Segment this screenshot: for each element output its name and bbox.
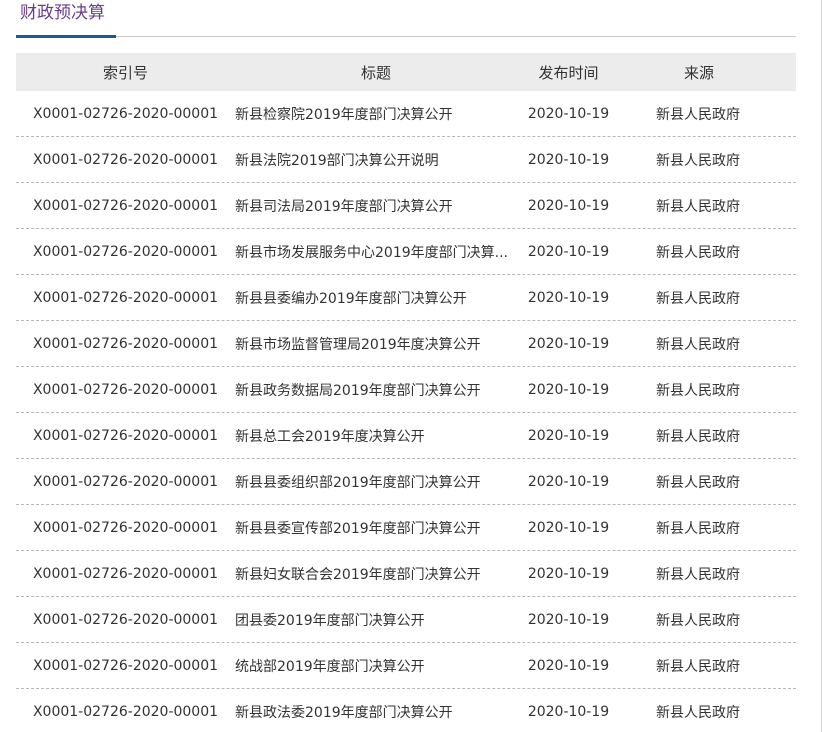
cell-index: X0001-02726-2020-00001 (32, 473, 219, 490)
cell-source: 新县人民政府 (656, 198, 740, 215)
cell-title-link[interactable]: 团县委2019年度部门决算公开 (235, 610, 517, 630)
table-header: 索引号 标题 发布时间 来源 (16, 53, 796, 91)
cell-date: 2020-10-19 (527, 105, 610, 122)
cell-index: X0001-02726-2020-00001 (32, 519, 219, 536)
table-row: X0001-02726-2020-00001 新县市场发展服务中心2019年度部门… (16, 229, 796, 275)
cell-source: 新县人民政府 (656, 106, 740, 123)
table-row: X0001-02726-2020-00001 新县县委宣传部2019年度部门决算公… (16, 505, 796, 551)
cell-source: 新县人民政府 (656, 382, 740, 399)
cell-title-link[interactable]: 新县总工会2019年度决算公开 (235, 426, 517, 446)
cell-date: 2020-10-19 (527, 657, 610, 674)
table-row: X0001-02726-2020-00001 新县总工会2019年度决算公开 202… (16, 413, 796, 459)
section-title: 财政预决算 (20, 3, 105, 23)
cell-title-link[interactable]: 新县司法局2019年度部门决算公开 (235, 196, 517, 216)
cell-index: X0001-02726-2020-00001 (32, 243, 219, 260)
cell-title-link[interactable]: 新县县委组织部2019年度部门决算公开 (235, 472, 517, 492)
cell-date: 2020-10-19 (527, 427, 610, 444)
cell-date: 2020-10-19 (527, 519, 610, 536)
cell-index: X0001-02726-2020-00001 (32, 289, 219, 306)
cell-source: 新县人民政府 (656, 658, 740, 675)
header-index: 索引号 (102, 63, 148, 82)
cell-index: X0001-02726-2020-00001 (32, 427, 219, 444)
cell-title-link[interactable]: 新县县委宣传部2019年度部门决算公开 (235, 518, 517, 538)
cell-index: X0001-02726-2020-00001 (32, 703, 219, 720)
cell-title-link[interactable]: 新县政务数据局2019年度部门决算公开 (235, 380, 517, 400)
cell-date: 2020-10-19 (527, 335, 610, 352)
table-row: X0001-02726-2020-00001 新县政法委2019年度部门决算公开 2… (16, 689, 796, 732)
cell-title-link[interactable]: 新县政法委2019年度部门决算公开 (235, 702, 517, 722)
cell-date: 2020-10-19 (527, 197, 610, 214)
table-body: X0001-02726-2020-00001 新县检察院2019年度部门决算公开 2… (16, 91, 796, 732)
section-header: 财政预决算 (16, 0, 796, 38)
cell-index: X0001-02726-2020-00001 (32, 151, 219, 168)
page: 财政预决算 索引号 标题 发布时间 来源 X0001-02726-2020-00… (0, 0, 822, 732)
cell-index: X0001-02726-2020-00001 (32, 335, 219, 352)
table-row: X0001-02726-2020-00001 团县委2019年度部门决算公开 202… (16, 597, 796, 643)
cell-date: 2020-10-19 (527, 565, 610, 582)
header-source: 来源 (684, 63, 715, 82)
table-row: X0001-02726-2020-00001 新县妇女联合会2019年度部门决算公… (16, 551, 796, 597)
table-row: X0001-02726-2020-00001 新县司法局2019年度部门决算公开 2… (16, 183, 796, 229)
table-row: X0001-02726-2020-00001 新县政务数据局2019年度部门决算公… (16, 367, 796, 413)
header-title: 标题 (360, 63, 391, 82)
table-row: X0001-02726-2020-00001 新县法院2019部门决算公开说明 20… (16, 137, 796, 183)
cell-source: 新县人民政府 (656, 520, 740, 537)
cell-title-link[interactable]: 新县市场监督管理局2019年度决算公开 (235, 334, 517, 354)
document-table: 索引号 标题 发布时间 来源 X0001-02726-2020-00001 新县检… (16, 53, 796, 732)
table-row: X0001-02726-2020-00001 新县市场监督管理局2019年度决算公… (16, 321, 796, 367)
cell-index: X0001-02726-2020-00001 (32, 381, 219, 398)
cell-source: 新县人民政府 (656, 428, 740, 445)
cell-date: 2020-10-19 (527, 703, 610, 720)
cell-title-link[interactable]: 新县法院2019部门决算公开说明 (235, 150, 517, 170)
table-row: X0001-02726-2020-00001 新县检察院2019年度部门决算公开 2… (16, 91, 796, 137)
cell-date: 2020-10-19 (527, 473, 610, 490)
table-row: X0001-02726-2020-00001 统战部2019年度部门决算公开 202… (16, 643, 796, 689)
cell-title-link[interactable]: 新县市场发展服务中心2019年度部门决算... (235, 242, 517, 262)
cell-index: X0001-02726-2020-00001 (32, 105, 219, 122)
cell-source: 新县人民政府 (656, 152, 740, 169)
cell-source: 新县人民政府 (656, 336, 740, 353)
cell-date: 2020-10-19 (527, 611, 610, 628)
cell-source: 新县人民政府 (656, 566, 740, 583)
cell-index: X0001-02726-2020-00001 (32, 565, 219, 582)
header-date: 发布时间 (538, 63, 599, 82)
cell-title-link[interactable]: 新县妇女联合会2019年度部门决算公开 (235, 564, 517, 584)
table-row: X0001-02726-2020-00001 新县县委组织部2019年度部门决算公… (16, 459, 796, 505)
cell-title-link[interactable]: 新县县委编办2019年度部门决算公开 (235, 288, 517, 308)
cell-source: 新县人民政府 (656, 474, 740, 491)
cell-date: 2020-10-19 (527, 381, 610, 398)
cell-source: 新县人民政府 (656, 612, 740, 629)
title-underline (16, 35, 116, 38)
cell-source: 新县人民政府 (656, 290, 740, 307)
cell-title-link[interactable]: 新县检察院2019年度部门决算公开 (235, 104, 517, 124)
cell-date: 2020-10-19 (527, 289, 610, 306)
table-row: X0001-02726-2020-00001 新县县委编办2019年度部门决算公开… (16, 275, 796, 321)
cell-index: X0001-02726-2020-00001 (32, 611, 219, 628)
cell-date: 2020-10-19 (527, 151, 610, 168)
cell-index: X0001-02726-2020-00001 (32, 197, 219, 214)
cell-source: 新县人民政府 (656, 244, 740, 261)
cell-title-link[interactable]: 统战部2019年度部门决算公开 (235, 656, 517, 676)
cell-source: 新县人民政府 (656, 704, 740, 721)
cell-date: 2020-10-19 (527, 243, 610, 260)
cell-index: X0001-02726-2020-00001 (32, 657, 219, 674)
